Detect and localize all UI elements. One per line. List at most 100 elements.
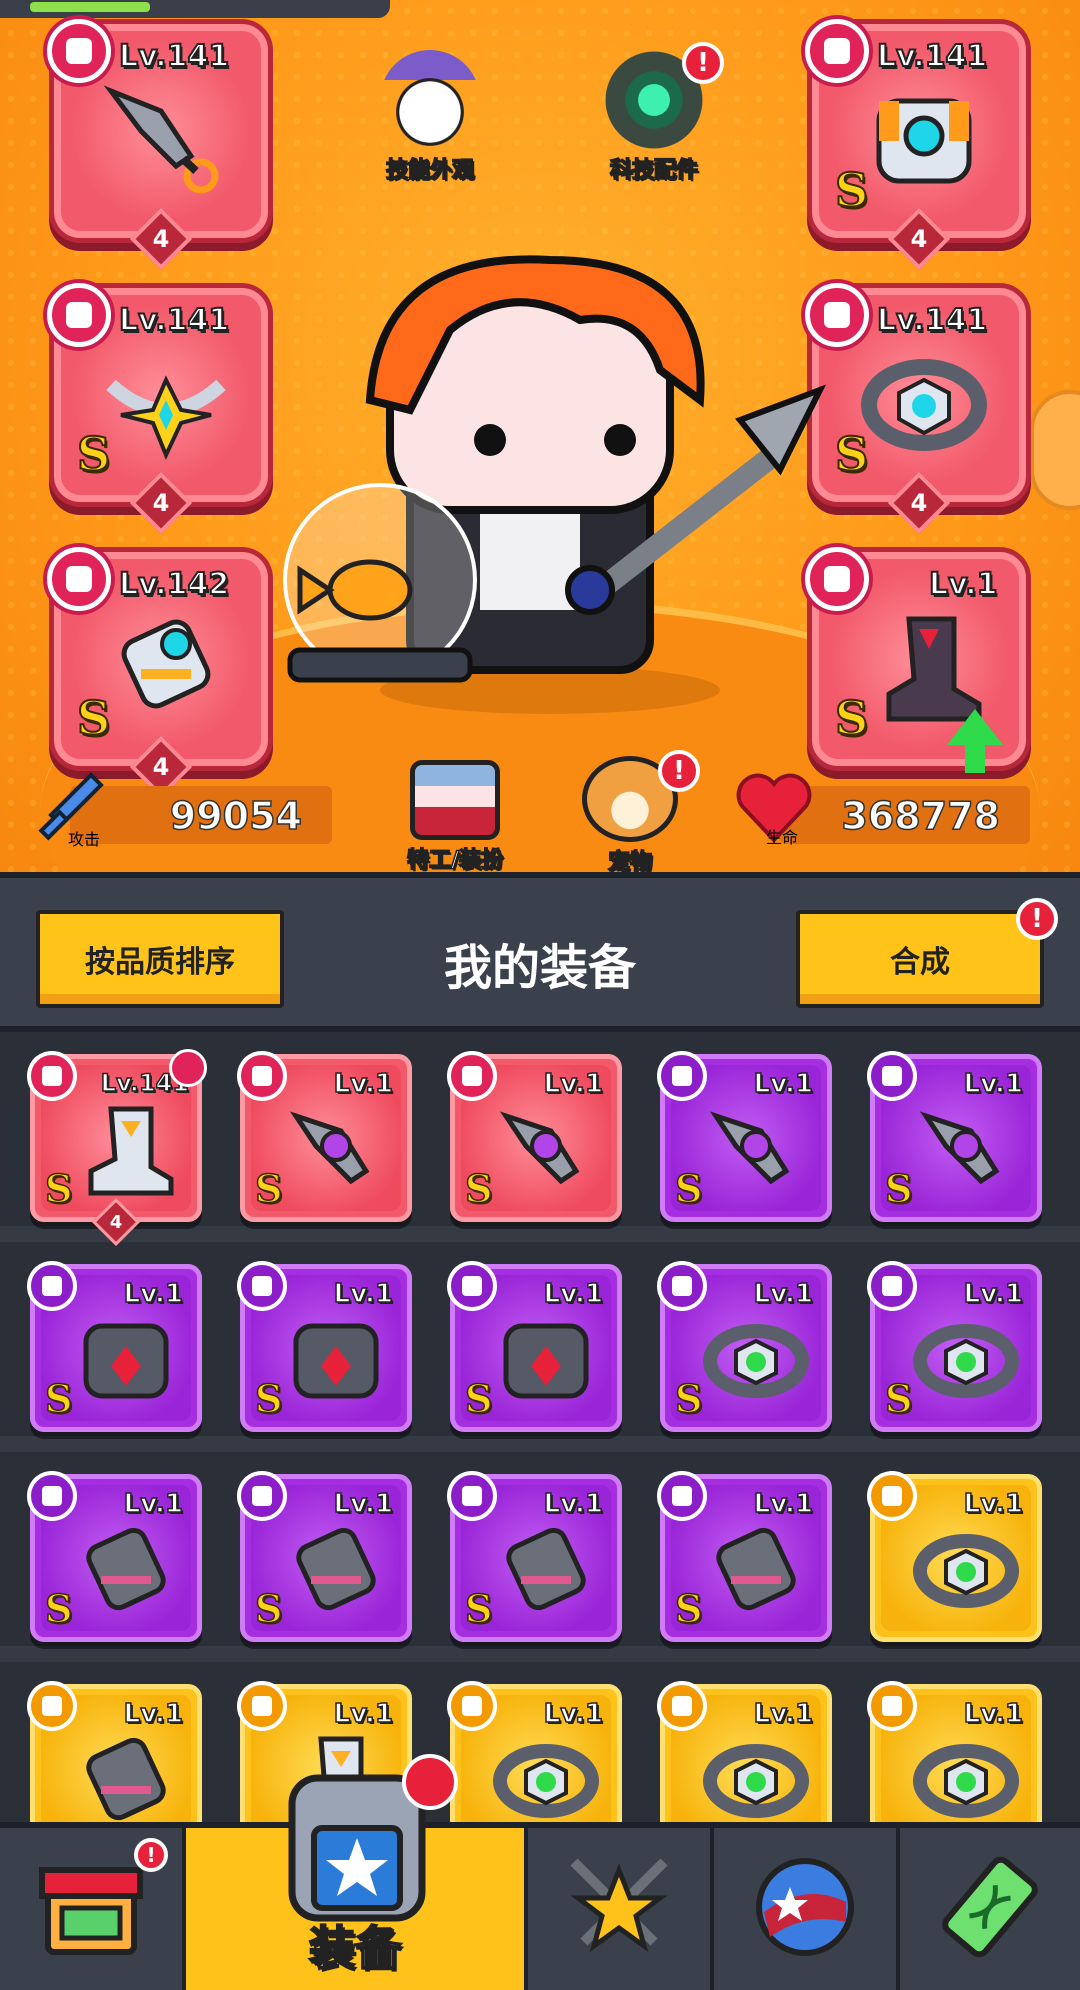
rarity-label: S — [674, 1375, 703, 1422]
merge-label: 合成 — [890, 945, 950, 980]
inventory-item[interactable]: Lv.1 — [447, 1681, 622, 1822]
shirt-icon — [83, 1323, 169, 1399]
kunai-icon — [499, 1111, 580, 1185]
tab-shop[interactable]: ! — [0, 1828, 186, 1990]
tech-parts-label: 科技配件 — [609, 157, 699, 184]
agent-outfit-label: 特工/装扮 — [406, 847, 504, 872]
shop-icon — [39, 1867, 143, 1955]
pet-label: 宠物 — [607, 849, 653, 872]
equipped-armor-level: Lv.141 — [876, 38, 988, 75]
rarity-label: S — [44, 1165, 73, 1212]
equipped-gloves-slot[interactable]: Lv.142 S 4 — [47, 547, 268, 799]
shirt-icon — [237, 1261, 287, 1311]
belt-icon — [447, 1681, 497, 1731]
rarity-label: S — [464, 1375, 493, 1422]
belt-icon — [867, 1261, 917, 1311]
kunai-icon — [709, 1111, 790, 1185]
belt-icon — [657, 1681, 707, 1731]
side-chat-button[interactable] — [1030, 390, 1080, 510]
kunai-icon — [103, 85, 219, 194]
kunai-icon — [867, 1051, 917, 1101]
equipped-necklace-slot[interactable]: Lv.141 S 4 — [47, 283, 268, 535]
inventory-item[interactable]: Lv.1 S — [657, 1051, 832, 1222]
inventory-item[interactable]: Lv.1 S — [447, 1051, 622, 1222]
item-level: Lv.1 — [543, 1068, 604, 1100]
agent-outfit-button[interactable]: 特工/装扮 — [380, 760, 530, 872]
inventory-item[interactable]: Lv.1 S — [447, 1261, 622, 1432]
glove-icon — [447, 1471, 497, 1521]
inventory-item[interactable]: Lv.1 S — [867, 1261, 1042, 1432]
item-level: Lv.1 — [963, 1488, 1024, 1520]
rarity-label: S — [674, 1165, 703, 1212]
tab-gene[interactable] — [900, 1828, 1080, 1990]
tab-planet[interactable] — [714, 1828, 900, 1990]
equipped-belt-slot[interactable]: Lv.141 S 4 — [805, 283, 1026, 535]
armor-icon — [876, 98, 972, 184]
inventory-item[interactable]: Lv.1 S — [237, 1051, 412, 1222]
item-level: Lv.1 — [753, 1488, 814, 1520]
tech-parts-button[interactable]: 科技配件 ! — [584, 42, 724, 184]
glove-icon — [237, 1471, 287, 1521]
item-level: Lv.1 — [963, 1278, 1024, 1310]
rarity-label: S — [76, 690, 111, 746]
shirt-badge-icon — [402, 1754, 458, 1810]
inventory-item[interactable]: Lv.1 S — [657, 1471, 832, 1642]
glove-icon — [27, 1471, 77, 1521]
merge-button[interactable]: 合成 — [796, 910, 1044, 1008]
skill-skin-label: 技能外观 — [385, 157, 475, 184]
item-level: Lv.1 — [123, 1278, 184, 1310]
inventory-item[interactable]: Lv.1 S — [447, 1471, 622, 1642]
inventory-item[interactable]: Lv.1 S — [867, 1051, 1042, 1222]
inventory-item[interactable]: Lv.1 S — [27, 1261, 202, 1432]
glove-icon — [86, 1737, 166, 1821]
equipped-weapon-slot[interactable]: Lv.141 4 — [47, 19, 268, 271]
alert-badge: ! — [134, 1838, 168, 1872]
tab-skills[interactable] — [528, 1828, 714, 1990]
kunai-icon — [919, 1111, 1000, 1185]
equipped-weapon-level: Lv.141 — [118, 38, 230, 75]
kunai-icon — [657, 1051, 707, 1101]
equipped-boots-slot[interactable]: Lv.1 S — [805, 547, 1026, 773]
alert-badge: ! — [1016, 898, 1058, 940]
inventory-item[interactable]: Lv.1 S — [27, 1471, 202, 1642]
glove-icon — [27, 1681, 77, 1731]
equipped-necklace-level: Lv.141 — [118, 302, 230, 339]
rarity-label: S — [254, 1165, 283, 1212]
rarity-label: S — [884, 1165, 913, 1212]
skill-skin-button[interactable]: 技能外观 — [360, 50, 500, 184]
item-level: Lv.1 — [963, 1698, 1024, 1730]
equipped-armor-slot[interactable]: Lv.141 S 4 — [805, 19, 1026, 271]
belt-icon — [867, 1681, 917, 1731]
glove-icon — [86, 1527, 166, 1611]
pet-button[interactable]: 宠物 ! — [560, 750, 700, 872]
shirt-icon — [27, 1261, 77, 1311]
inventory-item[interactable]: Lv.1 S — [657, 1261, 832, 1432]
rarity-label: S — [464, 1165, 493, 1212]
boot-icon — [237, 1681, 287, 1731]
glove-icon — [296, 1527, 376, 1611]
kunai-icon — [47, 19, 111, 83]
equipment-grid: Lv.141 S 4 Lv.1 S Lv.1 S Lv.1 S Lv.1 S Lv.1 S Lv.1 S Lv… — [0, 1032, 1080, 1822]
alert-badge: ! — [658, 750, 700, 792]
rarity-label: S — [834, 162, 869, 218]
inventory-item[interactable]: Lv.1 — [657, 1681, 832, 1822]
belt-icon — [861, 359, 987, 451]
inventory-item[interactable]: Lv.1 S — [237, 1471, 412, 1642]
tab-equipment[interactable]: 装备 — [186, 1754, 528, 1990]
glove-icon — [716, 1527, 796, 1611]
agent-helmet-icon — [410, 760, 500, 840]
rarity-label: S — [464, 1585, 493, 1632]
item-level: Lv.1 — [753, 1698, 814, 1730]
item-level: Lv.1 — [123, 1488, 184, 1520]
inventory-item[interactable]: Lv.1 S — [237, 1261, 412, 1432]
inventory-item[interactable]: Lv.1 — [27, 1681, 202, 1822]
star-swords-icon — [570, 1858, 668, 1953]
inventory-item[interactable]: Lv.1 — [867, 1681, 1042, 1822]
planet-icon — [756, 1858, 854, 1956]
boot-icon — [88, 1106, 174, 1196]
bottom-nav: ! 装备 — [0, 1754, 1080, 1990]
inventory-item[interactable]: Lv.1 — [867, 1471, 1042, 1642]
item-level: Lv.1 — [333, 1698, 394, 1730]
belt-icon — [493, 1744, 599, 1818]
inventory-item[interactable]: Lv.141 S 4 — [27, 1049, 207, 1247]
